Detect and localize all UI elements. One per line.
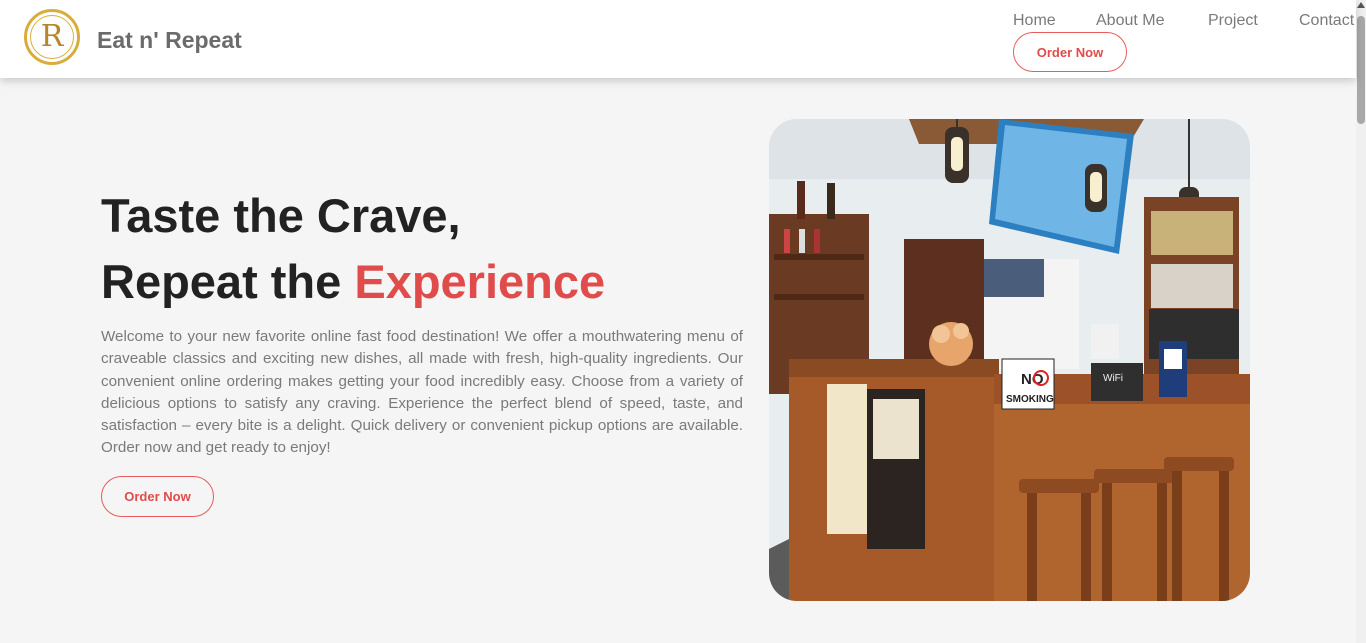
- nav-home-link[interactable]: Home: [1013, 12, 1056, 30]
- nav-about-link[interactable]: About Me: [1096, 12, 1164, 30]
- hero-description: Welcome to your new favorite online fast…: [101, 328, 743, 457]
- hero-title-line1: Taste the Crave,: [101, 189, 461, 242]
- wifi-sign: WiFi: [1103, 373, 1123, 384]
- page-scrollbar[interactable]: [1356, 0, 1366, 643]
- hero-title: Taste the Crave, Repeat the Experience: [101, 183, 605, 315]
- site-header: R Eat n' Repeat Home About Me Project Co…: [0, 0, 1356, 78]
- logo-letter: R: [30, 15, 74, 59]
- no-smoking-sign-line2: SMOKING: [1006, 394, 1054, 405]
- nav-project-link[interactable]: Project: [1208, 12, 1258, 30]
- hero-title-line2-prefix: Repeat the: [101, 255, 355, 308]
- brand-name[interactable]: Eat n' Repeat: [97, 27, 242, 54]
- restaurant-interior-illustration: NO SMOKING WiFi: [769, 119, 1250, 601]
- hero-order-button[interactable]: Order Now: [101, 476, 214, 517]
- hero-title-accent: Experience: [354, 255, 606, 308]
- scroll-up-arrow-icon[interactable]: [1357, 2, 1365, 8]
- brand-logo[interactable]: R: [24, 9, 80, 65]
- nav-order-button[interactable]: Order Now: [1013, 32, 1127, 72]
- restaurant-photo: NO SMOKING WiFi: [769, 119, 1250, 601]
- scrollbar-thumb[interactable]: [1357, 16, 1365, 124]
- nav-contact-link[interactable]: Contact: [1299, 12, 1354, 30]
